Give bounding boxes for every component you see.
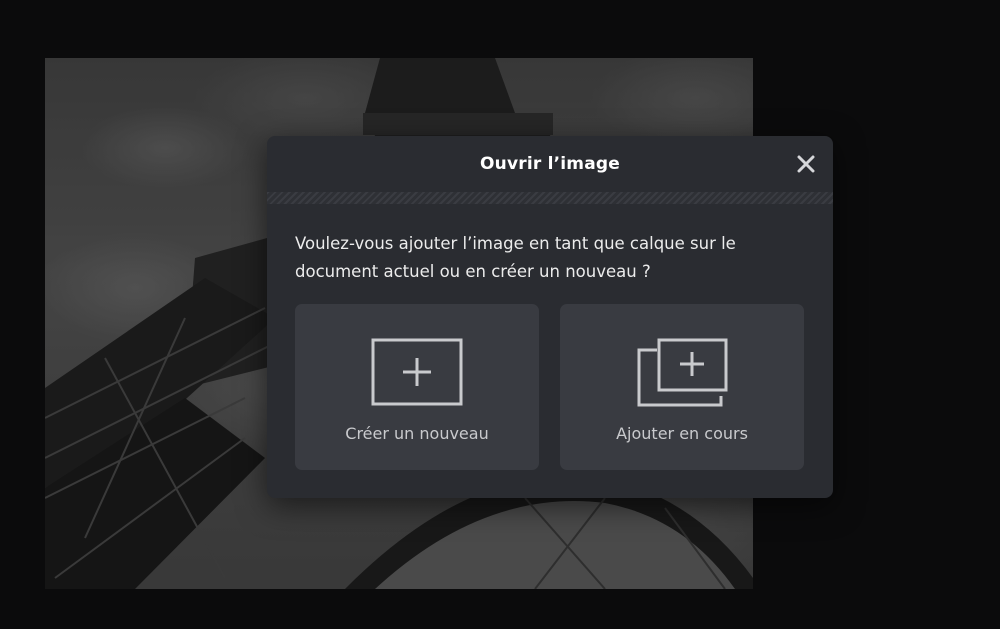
open-image-dialog: Ouvrir l’image Voulez-vous ajouter l’ima… — [267, 136, 833, 498]
close-button[interactable] — [795, 153, 817, 175]
dialog-options: Créer un nouveau Ajouter en cours — [295, 304, 804, 470]
app-stage: Ouvrir l’image Voulez-vous ajouter l’ima… — [0, 0, 1000, 629]
header-divider — [267, 192, 833, 204]
dialog-title: Ouvrir l’image — [480, 154, 620, 174]
create-new-button[interactable]: Créer un nouveau — [295, 304, 539, 470]
add-to-current-button[interactable]: Ajouter en cours — [560, 304, 804, 470]
add-layer-icon — [637, 338, 728, 407]
close-icon — [797, 155, 815, 173]
dialog-message: Voulez-vous ajouter l’image en tant que … — [295, 234, 736, 281]
add-to-current-label: Ajouter en cours — [616, 424, 748, 443]
create-new-label: Créer un nouveau — [345, 424, 489, 443]
dialog-header: Ouvrir l’image — [267, 136, 833, 192]
new-document-icon — [371, 338, 463, 406]
